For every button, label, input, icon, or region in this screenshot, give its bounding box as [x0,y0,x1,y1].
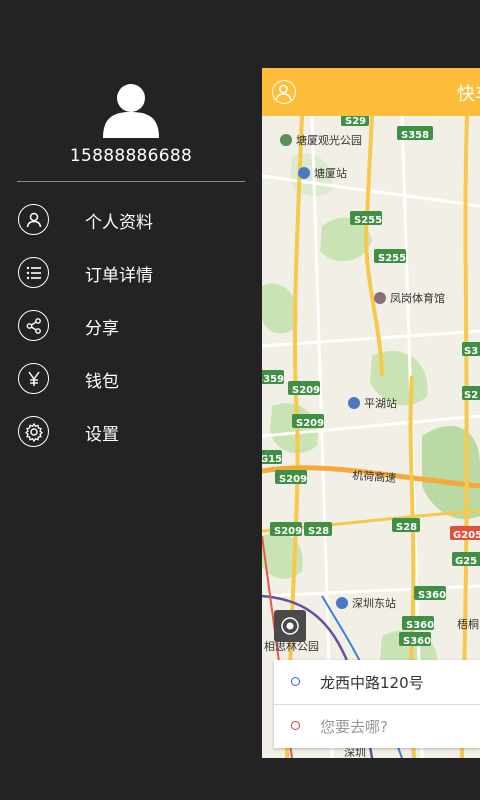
route-shield: S209 [275,470,307,485]
route-shield: S29 [341,116,369,127]
user-phone-number: 15888886688 [69,146,193,166]
destination-row[interactable]: 您要去哪? [274,704,480,748]
svg-text:G15: G15 [262,454,282,465]
route-shield: S255 [374,249,406,264]
pickup-row[interactable]: 龙西中路120号 [274,660,480,705]
gear-icon [18,416,49,447]
route-shield: G205 [450,526,480,541]
navigation-drawer: 15888886688 个人资料 订单详情 分享 钱包 设置 [0,34,262,800]
avatar-icon[interactable] [103,82,159,138]
menu-item-settings[interactable]: 设置 [0,406,262,459]
pickup-address: 龙西中路120号 [320,674,424,692]
place-label: 平湖站 [364,396,397,410]
menu-item-label: 设置 [85,425,119,445]
menu-item-label: 个人资料 [85,213,153,233]
list-icon [18,257,49,288]
train-station-icon [336,597,348,609]
route-shield: S28 [304,522,332,537]
svg-text:S209: S209 [296,418,324,429]
place-label: 深圳东站 [352,596,396,610]
bottom-bar [0,758,480,800]
route-shield: S358 [397,126,433,141]
train-station-icon [348,397,360,409]
main-panel: 快车 塘厦观光公园 塘厦站 凤岗体育馆 [262,68,480,758]
svg-text:S209: S209 [274,526,302,537]
svg-text:G25: G25 [455,556,477,567]
page-title: 快车 [457,84,480,105]
route-shield: S359 [262,370,284,385]
svg-text:S360: S360 [418,590,446,601]
menu-item-label: 分享 [85,319,119,339]
pickup-dot-icon [291,677,300,686]
svg-text:S209: S209 [292,385,320,396]
locate-button[interactable] [274,610,306,642]
yen-icon [18,363,49,394]
route-shield: S209 [292,414,324,429]
drawer-divider [17,181,245,182]
destination-dot-icon [291,721,300,730]
menu-item-orders[interactable]: 订单详情 [0,247,262,300]
status-bar [0,0,480,34]
route-shield: S360 [414,586,446,601]
svg-text:S29: S29 [345,116,366,127]
svg-text:S255: S255 [378,253,406,264]
svg-text:S209: S209 [279,474,307,485]
svg-text:S359: S359 [262,374,284,385]
stadium-icon [374,292,386,304]
route-shield: S360 [402,616,434,631]
user-icon [18,204,49,235]
drawer-menu: 个人资料 订单详情 分享 钱包 设置 [0,194,262,459]
svg-text:S360: S360 [403,636,431,647]
svg-text:S358: S358 [401,130,429,141]
header-bar: 快车 [262,68,480,116]
route-shield: S3 [462,342,480,357]
place-label: 塘厦观光公园 [296,133,362,147]
menu-item-label: 钱包 [85,372,119,392]
menu-item-share[interactable]: 分享 [0,300,262,353]
train-station-icon [298,167,310,179]
svg-text:S2: S2 [464,390,478,401]
place-label: 塘厦站 [314,166,347,180]
user-icon[interactable] [272,80,296,104]
menu-item-wallet[interactable]: 钱包 [0,353,262,406]
park-icon [280,134,292,146]
route-card: 龙西中路120号 您要去哪? [274,660,480,748]
route-shield: S255 [350,211,382,226]
svg-text:G205: G205 [453,530,480,541]
menu-item-profile[interactable]: 个人资料 [0,194,262,247]
route-shield: S209 [288,381,320,396]
route-shield: S28 [392,518,420,533]
menu-item-label: 订单详情 [85,266,153,286]
route-shield: S2 [462,386,480,401]
route-shield: S360 [399,632,431,647]
route-shield: S209 [270,522,302,537]
route-shield: G15 [262,450,282,465]
place-label: 梧桐 [457,617,479,631]
target-icon [281,617,299,635]
svg-text:S28: S28 [308,526,329,537]
route-shield: G25 [452,552,480,567]
svg-text:S3: S3 [464,346,478,357]
svg-text:S28: S28 [396,522,417,533]
svg-text:S360: S360 [406,620,434,631]
destination-input[interactable]: 您要去哪? [320,716,388,737]
place-label: 凤岗体育馆 [390,291,445,305]
share-icon [18,310,49,341]
svg-text:S255: S255 [354,215,382,226]
